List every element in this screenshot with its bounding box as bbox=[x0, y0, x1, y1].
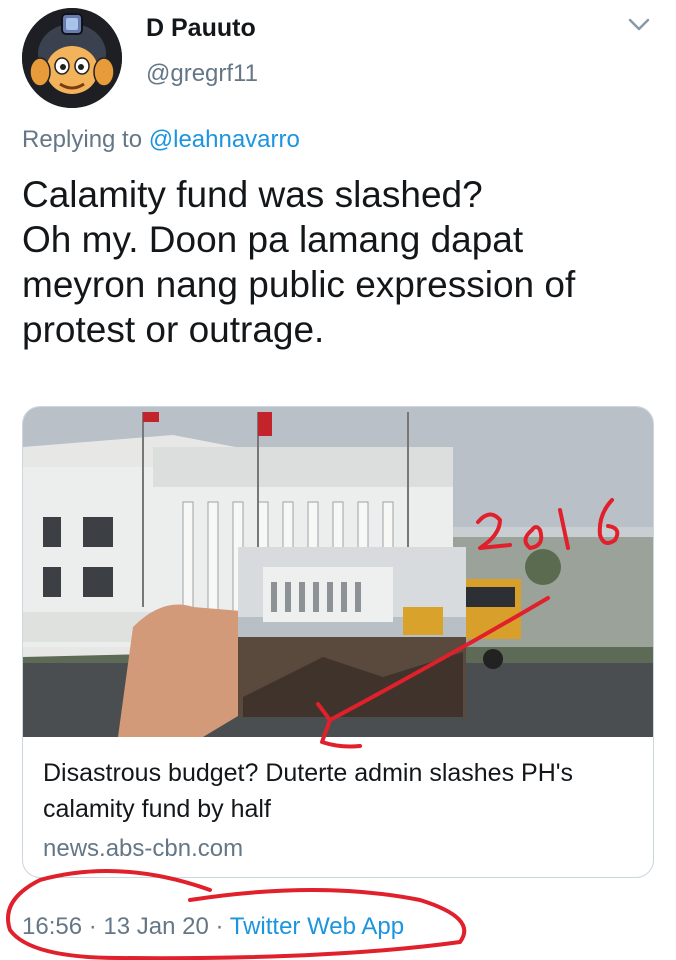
card-title[interactable]: Disastrous budget? Duterte admin slashes… bbox=[43, 755, 643, 827]
tweet-text: Calamity fund was slashed? Oh my. Doon p… bbox=[22, 172, 662, 352]
meta-separator: · bbox=[88, 913, 97, 940]
tweet-text-line: protest or outrage. bbox=[22, 309, 325, 350]
avatar[interactable] bbox=[22, 8, 122, 108]
tweet-date[interactable]: 13 Jan 20 bbox=[103, 913, 208, 940]
author-name[interactable]: D Pauuto bbox=[146, 14, 256, 43]
replying-to: Replying to @leahnavarro bbox=[22, 126, 300, 154]
tweet-text-line: Calamity fund was slashed? bbox=[22, 174, 483, 215]
reply-to-handle-link[interactable]: @leahnavarro bbox=[149, 126, 300, 153]
chevron-down-icon bbox=[628, 18, 650, 31]
cartoon-avatar-icon bbox=[22, 8, 122, 108]
reply-prefix: Replying to bbox=[22, 126, 143, 153]
tweet-menu-button[interactable] bbox=[626, 14, 652, 34]
tweet-text-line: meyron nang public expression of bbox=[22, 264, 576, 305]
author-handle[interactable]: @gregrf11 bbox=[146, 60, 258, 88]
tweet-text-line: Oh my. Doon pa lamang dapat bbox=[22, 219, 524, 260]
card-image bbox=[23, 407, 653, 737]
card-domain: news.abs-cbn.com bbox=[43, 835, 244, 862]
tweet-source-link[interactable]: Twitter Web App bbox=[230, 913, 404, 940]
tweet-meta: 16:56 · 13 Jan 20 · Twitter Web App bbox=[22, 913, 404, 941]
tweet-time[interactable]: 16:56 bbox=[22, 913, 82, 940]
meta-separator: · bbox=[215, 913, 224, 940]
link-card[interactable]: Disastrous budget? Duterte admin slashes… bbox=[22, 406, 654, 878]
